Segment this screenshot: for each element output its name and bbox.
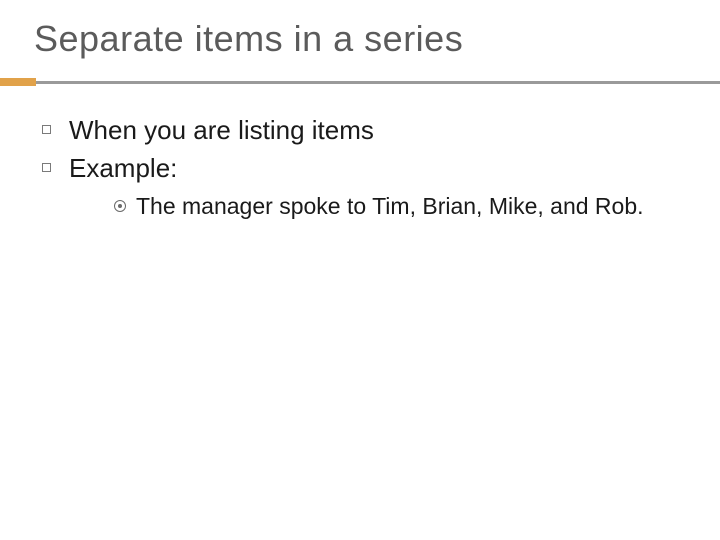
sub-list-item-text: The manager spoke to Tim, Brian, Mike, a… xyxy=(136,192,644,222)
divider xyxy=(0,78,720,86)
list-item: When you are listing items xyxy=(42,114,720,148)
square-bullet-icon xyxy=(42,125,51,134)
slide-title: Separate items in a series xyxy=(34,18,720,60)
content-area: When you are listing items Example: The … xyxy=(0,86,720,221)
divider-accent xyxy=(0,78,36,86)
list-item: Example: xyxy=(42,152,720,186)
list-item-text: When you are listing items xyxy=(69,114,374,148)
list-item-text: Example: xyxy=(69,152,177,186)
square-bullet-icon xyxy=(42,163,51,172)
bullet-list: When you are listing items Example: xyxy=(42,114,720,186)
title-area: Separate items in a series xyxy=(0,0,720,60)
target-bullet-icon xyxy=(114,200,126,212)
list-item: The manager spoke to Tim, Brian, Mike, a… xyxy=(114,192,720,222)
sub-bullet-list: The manager spoke to Tim, Brian, Mike, a… xyxy=(42,192,720,222)
divider-line xyxy=(36,81,720,84)
